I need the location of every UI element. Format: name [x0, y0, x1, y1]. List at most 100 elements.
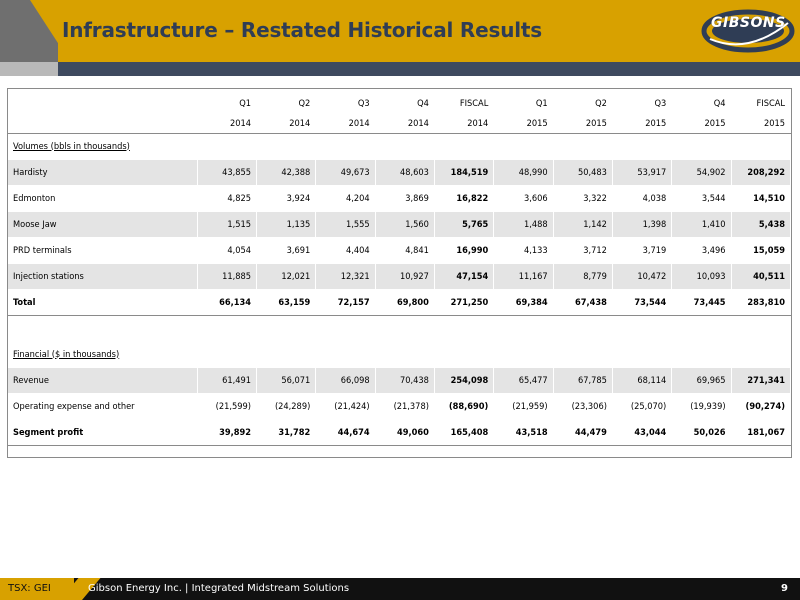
- column-period-label: Q4: [671, 89, 732, 112]
- empty-cell: [671, 341, 732, 368]
- value-cell: 31,782: [256, 418, 317, 446]
- empty-cell: [731, 315, 792, 342]
- empty-cell: [731, 133, 792, 160]
- value-cell: 70,438: [375, 367, 435, 394]
- value-cell: 165,408: [434, 418, 495, 446]
- value-cell: (25,070): [612, 393, 673, 420]
- value-cell: 63,159: [256, 288, 317, 316]
- value-cell: 1,398: [612, 211, 673, 238]
- value-cell: 42,388: [256, 159, 317, 186]
- value-cell: 12,321: [315, 263, 376, 290]
- column-year-label: 2015: [493, 111, 554, 134]
- column-period-label: Q3: [612, 89, 673, 112]
- value-cell: 16,990: [434, 237, 495, 264]
- column-period-label: FISCAL: [434, 89, 495, 112]
- value-cell: 5,438: [731, 211, 792, 238]
- header-empty-cell: [8, 89, 198, 112]
- row-label: Operating expense and other: [8, 393, 198, 420]
- value-cell: 4,054: [197, 237, 258, 264]
- value-cell: 66,134: [197, 288, 258, 316]
- value-cell: 1,142: [553, 211, 613, 238]
- value-cell: 44,479: [553, 418, 613, 446]
- value-cell: 66,098: [315, 367, 376, 394]
- value-cell: 8,779: [553, 263, 613, 290]
- empty-cell: [256, 133, 317, 160]
- value-cell: 43,855: [197, 159, 258, 186]
- column-period-label: Q2: [553, 89, 613, 112]
- empty-cell: [434, 341, 495, 368]
- value-cell: 69,800: [375, 288, 435, 316]
- row-label: Hardisty: [8, 159, 198, 186]
- empty-cell: [375, 341, 435, 368]
- value-cell: 3,691: [256, 237, 317, 264]
- value-cell: 3,544: [671, 185, 732, 212]
- empty-cell: [612, 341, 673, 368]
- value-cell: 3,869: [375, 185, 435, 212]
- table-row: PRD terminals 4,054 3,691 4,404 4,841 16,990 4…: [8, 237, 792, 264]
- value-cell: 72,157: [315, 288, 376, 316]
- value-cell: (21,378): [375, 393, 435, 420]
- results-table-container: Q1 Q2 Q3 Q4 FISCAL Q1 Q2 Q3 Q4 FISCAL 2014 2014 2014…: [7, 88, 792, 458]
- empty-cell: [612, 133, 673, 160]
- row-label: Segment profit: [8, 418, 198, 446]
- empty-cell: [434, 315, 495, 342]
- value-cell: 43,044: [612, 418, 673, 446]
- value-cell: 50,483: [553, 159, 613, 186]
- value-cell: 271,250: [434, 288, 495, 316]
- value-cell: 65,477: [493, 367, 554, 394]
- column-year-label: 2014: [256, 111, 317, 134]
- row-label: Injection stations: [8, 263, 198, 290]
- value-cell: 1,410: [671, 211, 732, 238]
- logo-text: GIBSONS: [711, 15, 786, 31]
- value-cell: 68,114: [612, 367, 673, 394]
- value-cell: 10,093: [671, 263, 732, 290]
- value-cell: 4,038: [612, 185, 673, 212]
- value-cell: 47,154: [434, 263, 495, 290]
- empty-cell: [493, 315, 554, 342]
- value-cell: 3,719: [612, 237, 673, 264]
- value-cell: (21,959): [493, 393, 554, 420]
- row-label: PRD terminals: [8, 237, 198, 264]
- empty-cell: [8, 315, 198, 342]
- value-cell: 10,472: [612, 263, 673, 290]
- value-cell: 54,902: [671, 159, 732, 186]
- value-cell: 11,167: [493, 263, 554, 290]
- value-cell: 4,841: [375, 237, 435, 264]
- value-cell: 73,544: [612, 288, 673, 316]
- row-label: Revenue: [8, 367, 198, 394]
- value-cell: 271,341: [731, 367, 792, 394]
- row-label: Moose Jaw: [8, 211, 198, 238]
- value-cell: (90,274): [731, 393, 792, 420]
- column-year-label: 2015: [553, 111, 613, 134]
- value-cell: 40,511: [731, 263, 792, 290]
- value-cell: 4,133: [493, 237, 554, 264]
- segment-profit-row: Segment profit 39,892 31,782 44,674 49,060 16…: [8, 418, 792, 446]
- value-cell: 1,560: [375, 211, 435, 238]
- header-row-year: 2014 2014 2014 2014 2014 2015 2015 2015 2015 2015: [8, 111, 792, 134]
- value-cell: 67,785: [553, 367, 613, 394]
- header-stripe-light: [0, 62, 58, 76]
- blank-row: [8, 315, 792, 342]
- empty-cell: [553, 341, 613, 368]
- value-cell: 49,673: [315, 159, 376, 186]
- value-cell: (88,690): [434, 393, 495, 420]
- empty-cell: [315, 133, 376, 160]
- table-row: Edmonton 4,825 3,924 4,204 3,869 16,822 3,606 3…: [8, 185, 792, 212]
- value-cell: 69,965: [671, 367, 732, 394]
- value-cell: 12,021: [256, 263, 317, 290]
- value-cell: 1,515: [197, 211, 258, 238]
- column-year-label: 2014: [315, 111, 376, 134]
- header-empty-cell: [8, 111, 198, 134]
- empty-cell: [375, 315, 435, 342]
- column-period-label: FISCAL: [731, 89, 792, 112]
- value-cell: 16,822: [434, 185, 495, 212]
- value-cell: 184,519: [434, 159, 495, 186]
- header-row-period: Q1 Q2 Q3 Q4 FISCAL Q1 Q2 Q3 Q4 FISCAL: [8, 89, 792, 112]
- column-year-label: 2014: [375, 111, 435, 134]
- value-cell: 69,384: [493, 288, 554, 316]
- value-cell: 3,712: [553, 237, 613, 264]
- table-row: Moose Jaw 1,515 1,135 1,555 1,560 5,765 1,488 1…: [8, 211, 792, 238]
- empty-cell: [375, 133, 435, 160]
- column-period-label: Q4: [375, 89, 435, 112]
- row-label: Edmonton: [8, 185, 198, 212]
